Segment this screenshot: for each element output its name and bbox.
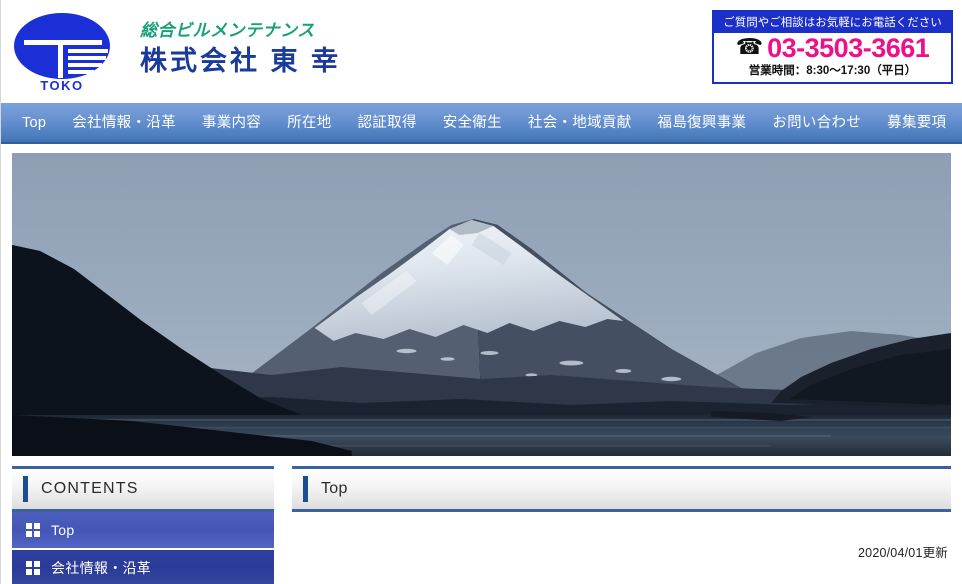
telephone-icon: ☎: [735, 34, 764, 60]
page-root: TOKO 総合ビルメンテナンス 株式会社 東 幸 ご質問やご相談はお気軽にお電話…: [0, 0, 962, 584]
sidebar-title: CONTENTS: [41, 480, 139, 497]
lower-content-area: CONTENTS Top 会社情報・沿革 Top 2020/04/01更新: [1, 466, 962, 584]
last-updated-text: 2020/04/01更新: [858, 546, 948, 560]
svg-text:TOKO: TOKO: [40, 78, 83, 93]
phone-number-row: ☎ 03-3503-3661: [714, 33, 951, 63]
main-content: Top 2020/04/01更新: [292, 466, 951, 584]
sidebar-header: CONTENTS: [12, 466, 274, 512]
accent-bar-icon: [23, 476, 28, 502]
nav-item-certification[interactable]: 認証取得: [345, 104, 430, 142]
sidebar-item-label: Top: [51, 522, 75, 538]
brand-text: 総合ビルメンテナンス 株式会社 東 幸: [140, 21, 341, 82]
sidebar: CONTENTS Top 会社情報・沿革: [12, 466, 274, 584]
content-header: Top: [292, 466, 951, 512]
hero-image-mount-fuji: [12, 153, 951, 456]
nav-item-fukushima[interactable]: 福島復興事業: [645, 104, 760, 142]
nav-item-top[interactable]: Top: [9, 104, 59, 142]
nav-item-safety[interactable]: 安全衛生: [430, 104, 515, 142]
grid-squares-icon: [26, 523, 40, 537]
grid-squares-icon: [26, 561, 40, 575]
phone-box-heading: ご質問やご相談はお気軽にお電話ください: [714, 12, 951, 33]
nav-item-contact[interactable]: お問い合わせ: [759, 104, 874, 142]
brand-tagline: 総合ビルメンテナンス: [140, 21, 315, 41]
site-header: TOKO 総合ビルメンテナンス 株式会社 東 幸 ご質問やご相談はお気軽にお電話…: [1, 0, 962, 103]
content-body: 2020/04/01更新: [292, 512, 951, 562]
sidebar-item-company-info[interactable]: 会社情報・沿革: [12, 550, 274, 584]
phone-business-hours: 営業時間：8:30〜17:30（平日）: [748, 65, 917, 78]
nav-item-recruit[interactable]: 募集要項: [874, 104, 959, 142]
phone-number: 03-3503-3661: [767, 33, 930, 63]
nav-item-business[interactable]: 事業内容: [189, 104, 274, 142]
nav-item-social-contribution[interactable]: 社会・地域貢献: [515, 104, 645, 142]
brand-company-name: 株式会社 東 幸: [140, 45, 342, 76]
nav-item-company-info[interactable]: 会社情報・沿革: [59, 104, 189, 142]
main-navigation: Top 会社情報・沿革 事業内容 所在地 認証取得 安全衛生 社会・地域貢献 福…: [1, 103, 962, 144]
sidebar-item-top[interactable]: Top: [12, 512, 274, 550]
phone-contact-box: ご質問やご相談はお気軽にお電話ください ☎ 03-3503-3661 営業時間：…: [712, 10, 953, 85]
toko-logo-icon[interactable]: TOKO: [10, 10, 118, 94]
accent-bar-icon: [303, 476, 308, 502]
nav-item-location[interactable]: 所在地: [274, 104, 344, 142]
sidebar-menu: Top 会社情報・沿革: [12, 512, 274, 584]
sidebar-item-label: 会社情報・沿革: [51, 560, 152, 576]
page-title: Top: [321, 480, 348, 497]
brand-block[interactable]: TOKO 総合ビルメンテナンス 株式会社 東 幸: [10, 10, 341, 94]
